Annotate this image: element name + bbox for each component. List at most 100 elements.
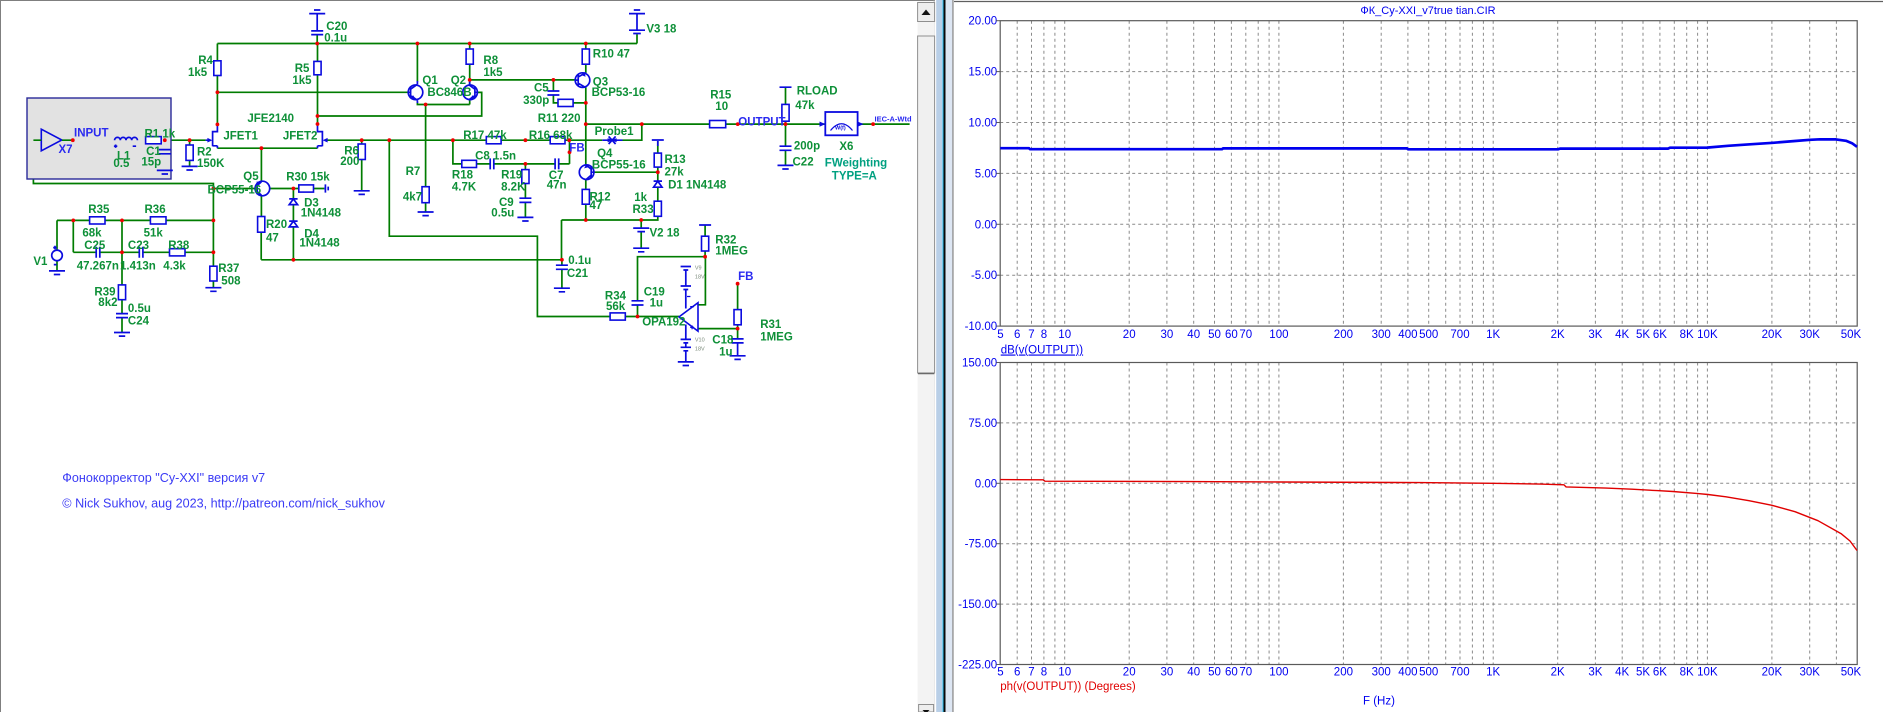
svg-text:R11 220: R11 220 — [538, 113, 581, 125]
svg-text:200: 200 — [1334, 666, 1353, 678]
svg-text:15p: 15p — [141, 157, 161, 169]
svg-text:R13: R13 — [665, 154, 686, 166]
svg-text:OPA192: OPA192 — [642, 316, 685, 328]
svg-text:50K: 50K — [1841, 329, 1862, 341]
svg-text:R4: R4 — [198, 55, 213, 67]
svg-text:dB(v(OUTPUT)): dB(v(OUTPUT)) — [1001, 345, 1084, 357]
svg-text:8.2K: 8.2K — [501, 181, 526, 193]
svg-text:1MEG: 1MEG — [715, 245, 748, 257]
svg-text:50K: 50K — [1841, 666, 1862, 678]
svg-text:-150.00: -150.00 — [958, 599, 997, 611]
svg-text:1k5: 1k5 — [292, 75, 312, 87]
svg-text:100: 100 — [1269, 329, 1288, 341]
svg-text:C23: C23 — [128, 240, 149, 252]
svg-text:W(f): W(f) — [835, 126, 846, 132]
svg-text:Q2: Q2 — [451, 75, 466, 87]
svg-text:R8: R8 — [483, 55, 498, 67]
svg-text:68k: 68k — [82, 227, 102, 239]
svg-text:18V: 18V — [695, 347, 705, 353]
svg-text:4K: 4K — [1615, 329, 1629, 341]
svg-text:330p: 330p — [523, 95, 549, 107]
svg-text:700: 700 — [1450, 329, 1469, 341]
svg-text:3K: 3K — [1588, 666, 1602, 678]
svg-text:Q5: Q5 — [243, 171, 259, 183]
svg-text:500: 500 — [1419, 666, 1438, 678]
svg-text:1k: 1k — [634, 192, 647, 204]
svg-text:1u: 1u — [650, 297, 663, 309]
svg-text:508: 508 — [221, 276, 241, 288]
svg-text:ФК_Cy-XXI_v7true tian.CIR: ФК_Cy-XXI_v7true tian.CIR — [1360, 5, 1495, 17]
svg-text:BCP55-16: BCP55-16 — [592, 159, 646, 171]
svg-text:300: 300 — [1372, 666, 1391, 678]
svg-text:5: 5 — [997, 329, 1003, 341]
svg-text:70: 70 — [1239, 666, 1252, 678]
svg-text:C21: C21 — [567, 268, 589, 280]
svg-text:-10.00: -10.00 — [965, 321, 998, 333]
svg-text:1N4148: 1N4148 — [299, 237, 340, 249]
svg-text:V1: V1 — [33, 256, 48, 268]
svg-text:R2: R2 — [197, 147, 212, 159]
svg-text:V9: V9 — [695, 266, 702, 272]
svg-text:60: 60 — [1225, 329, 1238, 341]
svg-text:C25: C25 — [84, 240, 106, 252]
svg-text:R16 68k: R16 68k — [529, 130, 573, 142]
svg-text:20: 20 — [1123, 329, 1136, 341]
svg-text:40: 40 — [1187, 329, 1200, 341]
svg-text:Probe1: Probe1 — [595, 126, 635, 138]
svg-text:IEC-A-Wtd: IEC-A-Wtd — [875, 114, 912, 123]
svg-text:100: 100 — [1269, 666, 1288, 678]
svg-text:8: 8 — [1041, 329, 1047, 341]
svg-text:R7: R7 — [406, 166, 421, 178]
svg-text:400: 400 — [1398, 329, 1417, 341]
svg-text:150.00: 150.00 — [962, 358, 997, 370]
svg-text:FWeighting: FWeighting — [825, 158, 887, 170]
svg-text:15.00: 15.00 — [968, 67, 997, 79]
svg-text:0.5u: 0.5u — [491, 207, 514, 219]
svg-text:47: 47 — [590, 200, 603, 212]
svg-text:10: 10 — [1058, 329, 1071, 341]
svg-text:R35: R35 — [88, 204, 110, 216]
svg-text:47: 47 — [266, 233, 279, 245]
svg-text:X7: X7 — [59, 144, 73, 156]
svg-text:5: 5 — [997, 666, 1003, 678]
svg-text:R37: R37 — [218, 263, 239, 275]
svg-text:JFE2140: JFE2140 — [247, 113, 294, 125]
svg-text:6K: 6K — [1653, 666, 1667, 678]
svg-text:-225.00: -225.00 — [958, 660, 997, 672]
svg-text:C8 1.5n: C8 1.5n — [475, 151, 516, 163]
svg-text:20K: 20K — [1762, 329, 1783, 341]
svg-text:C5: C5 — [534, 83, 549, 95]
svg-text:56k: 56k — [606, 301, 626, 313]
svg-text:FB: FB — [738, 271, 753, 283]
svg-text:10K: 10K — [1697, 329, 1718, 341]
svg-text:50: 50 — [1208, 666, 1221, 678]
svg-text:4.7K: 4.7K — [452, 181, 477, 193]
svg-text:Q1: Q1 — [422, 75, 438, 87]
svg-text:INPUT: INPUT — [74, 128, 109, 140]
svg-text:8: 8 — [1041, 666, 1047, 678]
svg-text:R36: R36 — [145, 204, 166, 216]
svg-text:30K: 30K — [1799, 666, 1820, 678]
svg-text:R19: R19 — [501, 169, 522, 181]
svg-text:8k2: 8k2 — [98, 297, 117, 309]
svg-text:7: 7 — [1028, 329, 1034, 341]
svg-text:1K: 1K — [1486, 329, 1500, 341]
svg-text:0.00: 0.00 — [975, 478, 997, 490]
svg-text:BC846B: BC846B — [427, 87, 471, 99]
svg-text:R31: R31 — [760, 319, 782, 331]
svg-text:3K: 3K — [1588, 329, 1602, 341]
svg-text:JFET1: JFET1 — [223, 130, 258, 142]
svg-text:0.00: 0.00 — [975, 219, 997, 231]
svg-text:30K: 30K — [1799, 329, 1820, 341]
svg-text:200p: 200p — [794, 140, 820, 152]
svg-text:1MEG: 1MEG — [760, 332, 793, 344]
svg-text:0.5u: 0.5u — [128, 303, 151, 315]
svg-text:500: 500 — [1419, 329, 1438, 341]
svg-text:200: 200 — [1334, 329, 1353, 341]
svg-text:X6: X6 — [839, 141, 853, 153]
svg-text:1u: 1u — [719, 346, 732, 358]
svg-text:FB: FB — [569, 142, 584, 154]
svg-text:8K: 8K — [1680, 329, 1694, 341]
svg-text:400: 400 — [1398, 666, 1417, 678]
svg-text:F (Hz): F (Hz) — [1363, 696, 1395, 708]
